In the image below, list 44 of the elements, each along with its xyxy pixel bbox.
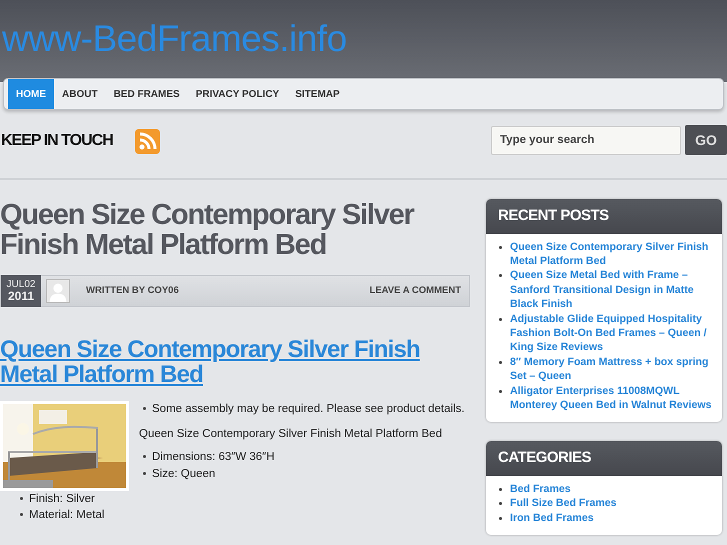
widget-title: CATEGORIES xyxy=(486,441,722,476)
list-item: Material: Metal xyxy=(29,508,104,524)
sidebar-link[interactable]: Iron Bed Frames xyxy=(510,510,594,526)
nav-tab[interactable]: PRIVACY POLICY xyxy=(188,79,288,109)
bullet-icon xyxy=(20,513,23,516)
sidebar-link[interactable]: Queen Size Contemporary Silver Finish Metal Platform Bed xyxy=(510,240,712,268)
bullet-icon xyxy=(499,246,502,248)
avatar-icon xyxy=(46,278,70,303)
section-heading: KEEP IN TOUCH xyxy=(1,131,113,151)
bullet-icon xyxy=(499,390,502,393)
nav-tab[interactable]: ABOUT xyxy=(54,79,106,109)
date-badge: JUL02 2011 xyxy=(1,274,41,307)
byline: WRITTEN BY COY06 xyxy=(86,284,179,298)
bullet-icon xyxy=(499,502,502,506)
list-item: Dimensions: 63″W 36″H xyxy=(152,450,275,466)
post-heading: Queen Size Contemporary Silver Finish Metal Platform Bed xyxy=(0,200,416,261)
sidebar-link[interactable]: Adjustable Glide Equipped Hospitality Fashion Bolt-On Bed Frames – Queen / King Size Reviews xyxy=(510,312,712,355)
bullet-icon xyxy=(499,274,502,278)
sidebar-link[interactable]: Bed Frames xyxy=(510,482,571,496)
post-title-link[interactable]: Queen Size Contemporary Silver Finish Metal Platform Bed xyxy=(0,336,470,388)
sidebar-link[interactable]: Alligator Enterprises 11008MQWL Monterey Queen Bed in Walnut Reviews xyxy=(510,384,712,412)
search-field[interactable]: Type your search xyxy=(491,126,681,154)
bullet-icon xyxy=(20,496,23,500)
list-item: Some assembly may be required. Please see product details. xyxy=(152,402,465,417)
bullet-icon xyxy=(143,455,146,458)
nav-tab[interactable]: SITEMAP xyxy=(287,79,348,109)
bullet-icon xyxy=(499,360,502,364)
nav-tab[interactable]: HOME xyxy=(8,79,54,109)
nav-tab[interactable]: BED FRAMES xyxy=(106,79,188,109)
bullet-icon xyxy=(143,406,146,410)
sidebar-link[interactable]: 8″ Memory Foam Mattress + box spring Set – Queen xyxy=(510,354,712,384)
comment-link[interactable]: LEAVE A COMMENT xyxy=(370,284,461,298)
list-item: Size: Queen xyxy=(152,466,216,482)
list-item: Finish: Silver xyxy=(29,492,95,507)
bullet-icon xyxy=(143,472,146,474)
sidebar-link[interactable]: Queen Size Metal Bed with Frame – Sanford Transitional Design in Matte Black Finish xyxy=(510,268,712,312)
bullet-icon xyxy=(499,488,502,491)
go-button[interactable]: GO xyxy=(685,125,727,155)
bullet-icon xyxy=(499,318,502,321)
rss-icon[interactable] xyxy=(134,128,160,154)
bullet-icon xyxy=(499,516,502,520)
paragraph: Queen Size Contemporary Silver Finish Metal Platform Bed xyxy=(138,426,443,442)
widget-title: RECENT POSTS xyxy=(486,199,722,234)
sidebar-link[interactable]: Full Size Bed Frames xyxy=(510,496,617,511)
